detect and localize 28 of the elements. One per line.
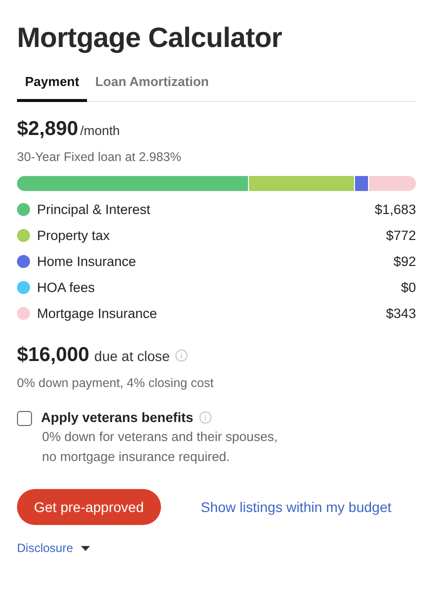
legend-label: Principal & Interest: [37, 202, 152, 216]
monthly-amount: $2,890: [17, 118, 78, 141]
legend-amount: $1,683: [374, 202, 416, 216]
legend-amount: $0: [400, 280, 416, 294]
legend-amount: $343: [386, 306, 416, 320]
monthly-unit: /month: [80, 123, 120, 138]
info-icon[interactable]: [199, 411, 212, 424]
closing-description: 0% down payment, 4% closing cost: [17, 376, 215, 390]
tab[interactable]: Payment: [17, 68, 88, 102]
veterans-checkbox[interactable]: [17, 411, 32, 426]
legend-amount: $92: [393, 254, 416, 268]
info-icon[interactable]: [174, 349, 188, 362]
disclosure-toggle[interactable]: Disclosure: [17, 541, 90, 555]
pre-approved-button[interactable]: Get pre-approved: [17, 489, 161, 525]
legend-amount: $772: [386, 228, 416, 242]
legend-label: Home Insurance: [37, 254, 138, 268]
loan-description: 30-Year Fixed loan at 2.983%: [17, 150, 182, 164]
veterans-description: 0% down for veterans and their spouses, no mortgage insurance required.: [42, 428, 278, 466]
legend-label: Mortgage Insurance: [37, 306, 158, 320]
tab[interactable]: Loan Amortization: [87, 68, 217, 102]
legend-label: HOA fees: [37, 280, 96, 294]
listings-link[interactable]: Show listings within my budget: [200, 499, 392, 515]
closing-label: due at close: [94, 348, 170, 364]
legend-label: Property tax: [37, 228, 111, 242]
caret-icon: [81, 546, 90, 550]
closing-amount: $16,000: [17, 344, 90, 367]
page-title: Mortgage Calculator: [17, 22, 284, 54]
veterans-label: Apply veterans benefits: [41, 410, 194, 425]
